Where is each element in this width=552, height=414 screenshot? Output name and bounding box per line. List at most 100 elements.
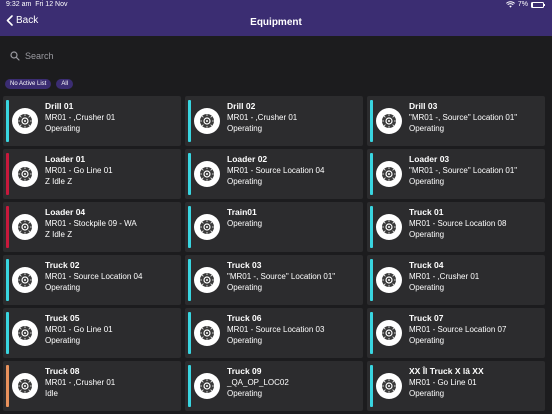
equipment-status: Z Idle Z (45, 177, 73, 186)
status-bar (6, 312, 9, 354)
filter-chips: No Active List All (5, 79, 74, 89)
status-bar (370, 206, 373, 248)
equipment-name: Loader 01 (45, 154, 86, 164)
battery-icon (531, 1, 545, 8)
equipment-location: MR01 - Source Location 08 (409, 219, 507, 228)
equipment-card[interactable]: XX Îl Truck X lâ XX MR01 - Go Line 01 Oper… (367, 361, 545, 411)
status-bar (188, 312, 191, 354)
equipment-card[interactable]: Truck 06 MR01 - Source Location 03 Operati… (185, 308, 363, 358)
equipment-location: "MR01 -, Source" Location 01" (227, 272, 336, 281)
equipment-location: "MR01 -, Source" Location 01" (409, 113, 518, 122)
equipment-card[interactable]: Drill 02 MR01 - ,Crusher 01 Operating (185, 96, 363, 146)
search-input[interactable] (25, 51, 325, 61)
equipment-status: Operating (409, 336, 445, 345)
tire-icon (12, 108, 38, 134)
tire-icon (194, 108, 220, 134)
equipment-card[interactable]: Truck 07 MR01 - Source Location 07 Operati… (367, 308, 545, 358)
equipment-card[interactable]: Truck 04 MR01 - ,Crusher 01 Operating (367, 255, 545, 305)
equipment-name: Truck 07 (409, 313, 444, 323)
equipment-location: MR01 - ,Crusher 01 (227, 113, 298, 122)
equipment-card[interactable]: Drill 03 "MR01 -, Source" Location 01" Ope… (367, 96, 545, 146)
equipment-card[interactable]: Truck 03 "MR01 -, Source" Location 01" Ope… (185, 255, 363, 305)
equipment-location: MR01 - Stockpile 09 - WA (45, 219, 137, 228)
equipment-card[interactable]: Truck 09 _QA_OP_LOC02 Operating (185, 361, 363, 411)
equipment-info: Truck 07 MR01 - Source Location 07 Operati… (409, 313, 543, 346)
equipment-location: Operating (227, 219, 263, 228)
equipment-status: Operating (409, 389, 445, 398)
tire-icon (12, 267, 38, 293)
search-bar[interactable] (4, 44, 548, 68)
equipment-location: _QA_OP_LOC02 (227, 378, 289, 387)
equipment-info: Loader 03 "MR01 -, Source" Location 01" Op… (409, 154, 543, 187)
equipment-name: Truck 01 (409, 207, 444, 217)
equipment-name: Truck 09 (227, 366, 262, 376)
nav-header: 9:32 am Fri 12 Nov 7% Back Equipment (0, 0, 552, 36)
equipment-name: Truck 02 (45, 260, 80, 270)
equipment-info: XX Îl Truck X lâ XX MR01 - Go Line 01 Oper… (409, 366, 543, 399)
equipment-info: Drill 02 MR01 - ,Crusher 01 Operating (227, 101, 361, 134)
status-bar (370, 312, 373, 354)
equipment-status: Operating (227, 336, 263, 345)
tire-icon (12, 320, 38, 346)
equipment-status: Z Idle Z (45, 230, 73, 239)
equipment-card[interactable]: Truck 02 MR01 - Source Location 04 Operati… (3, 255, 181, 305)
equipment-name: Truck 08 (45, 366, 80, 376)
status-time-value: 9:32 am (6, 1, 32, 8)
equipment-status: Operating (45, 124, 81, 133)
equipment-card[interactable]: Loader 03 "MR01 -, Source" Location 01" Op… (367, 149, 545, 199)
equipment-name: Loader 04 (45, 207, 86, 217)
tire-icon (12, 373, 38, 399)
equipment-name: Truck 03 (227, 260, 262, 270)
equipment-location: MR01 - Go Line 01 (45, 325, 113, 334)
tire-icon (194, 267, 220, 293)
equipment-name: Truck 04 (409, 260, 444, 270)
equipment-card[interactable]: Train01 Operating (185, 202, 363, 252)
equipment-info: Loader 04 MR01 - Stockpile 09 - WA Z Idle … (45, 207, 179, 240)
filter-chip-all[interactable]: All (56, 79, 74, 89)
status-bar (6, 100, 9, 142)
equipment-name: XX Îl Truck X lâ XX (409, 366, 484, 376)
status-bar (188, 365, 191, 407)
battery-level (532, 2, 533, 7)
status-bar (188, 100, 191, 142)
status-bar (188, 153, 191, 195)
equipment-card[interactable]: Loader 04 MR01 - Stockpile 09 - WA Z Idle … (3, 202, 181, 252)
status-bar (6, 259, 9, 301)
status-bar (370, 365, 373, 407)
equipment-info: Truck 08 MR01 - ,Crusher 01 Idle (45, 366, 179, 399)
equipment-location: MR01 - ,Crusher 01 (45, 378, 116, 387)
equipment-name: Drill 01 (45, 101, 74, 111)
wifi-icon (505, 1, 515, 8)
filter-chip-no-active-list[interactable]: No Active List (5, 79, 52, 89)
tire-icon (194, 320, 220, 346)
status-bar (188, 259, 191, 301)
equipment-info: Train01 Operating (227, 207, 361, 229)
equipment-card[interactable]: Truck 01 MR01 - Source Location 08 Operati… (367, 202, 545, 252)
equipment-card[interactable]: Truck 08 MR01 - ,Crusher 01 Idle (3, 361, 181, 411)
equipment-location: MR01 - Source Location 03 (227, 325, 325, 334)
tire-icon (12, 214, 38, 240)
tire-icon (376, 214, 402, 240)
equipment-status: Operating (45, 283, 81, 292)
equipment-info: Truck 01 MR01 - Source Location 08 Operati… (409, 207, 543, 240)
search-icon (10, 51, 20, 61)
tire-icon (12, 161, 38, 187)
equipment-name: Loader 02 (227, 154, 268, 164)
equipment-info: Loader 02 MR01 - Source Location 04 Operat… (227, 154, 361, 187)
equipment-info: Truck 09 _QA_OP_LOC02 Operating (227, 366, 361, 399)
status-bar (370, 153, 373, 195)
equipment-status: Operating (409, 230, 445, 239)
equipment-location: MR01 - ,Crusher 01 (45, 113, 116, 122)
equipment-status: Operating (409, 124, 445, 133)
equipment-card[interactable]: Drill 01 MR01 - ,Crusher 01 Operating (3, 96, 181, 146)
tire-icon (376, 161, 402, 187)
equipment-card[interactable]: Loader 01 MR01 - Go Line 01 Z Idle Z (3, 149, 181, 199)
tire-icon (194, 214, 220, 240)
equipment-card[interactable]: Loader 02 MR01 - Source Location 04 Operat… (185, 149, 363, 199)
tire-icon (376, 320, 402, 346)
equipment-info: Loader 01 MR01 - Go Line 01 Z Idle Z (45, 154, 179, 187)
equipment-name: Truck 06 (227, 313, 262, 323)
equipment-card[interactable]: Truck 05 MR01 - Go Line 01 Operating (3, 308, 181, 358)
equipment-info: Drill 01 MR01 - ,Crusher 01 Operating (45, 101, 179, 134)
equipment-info: Truck 03 "MR01 -, Source" Location 01" Ope… (227, 260, 361, 293)
